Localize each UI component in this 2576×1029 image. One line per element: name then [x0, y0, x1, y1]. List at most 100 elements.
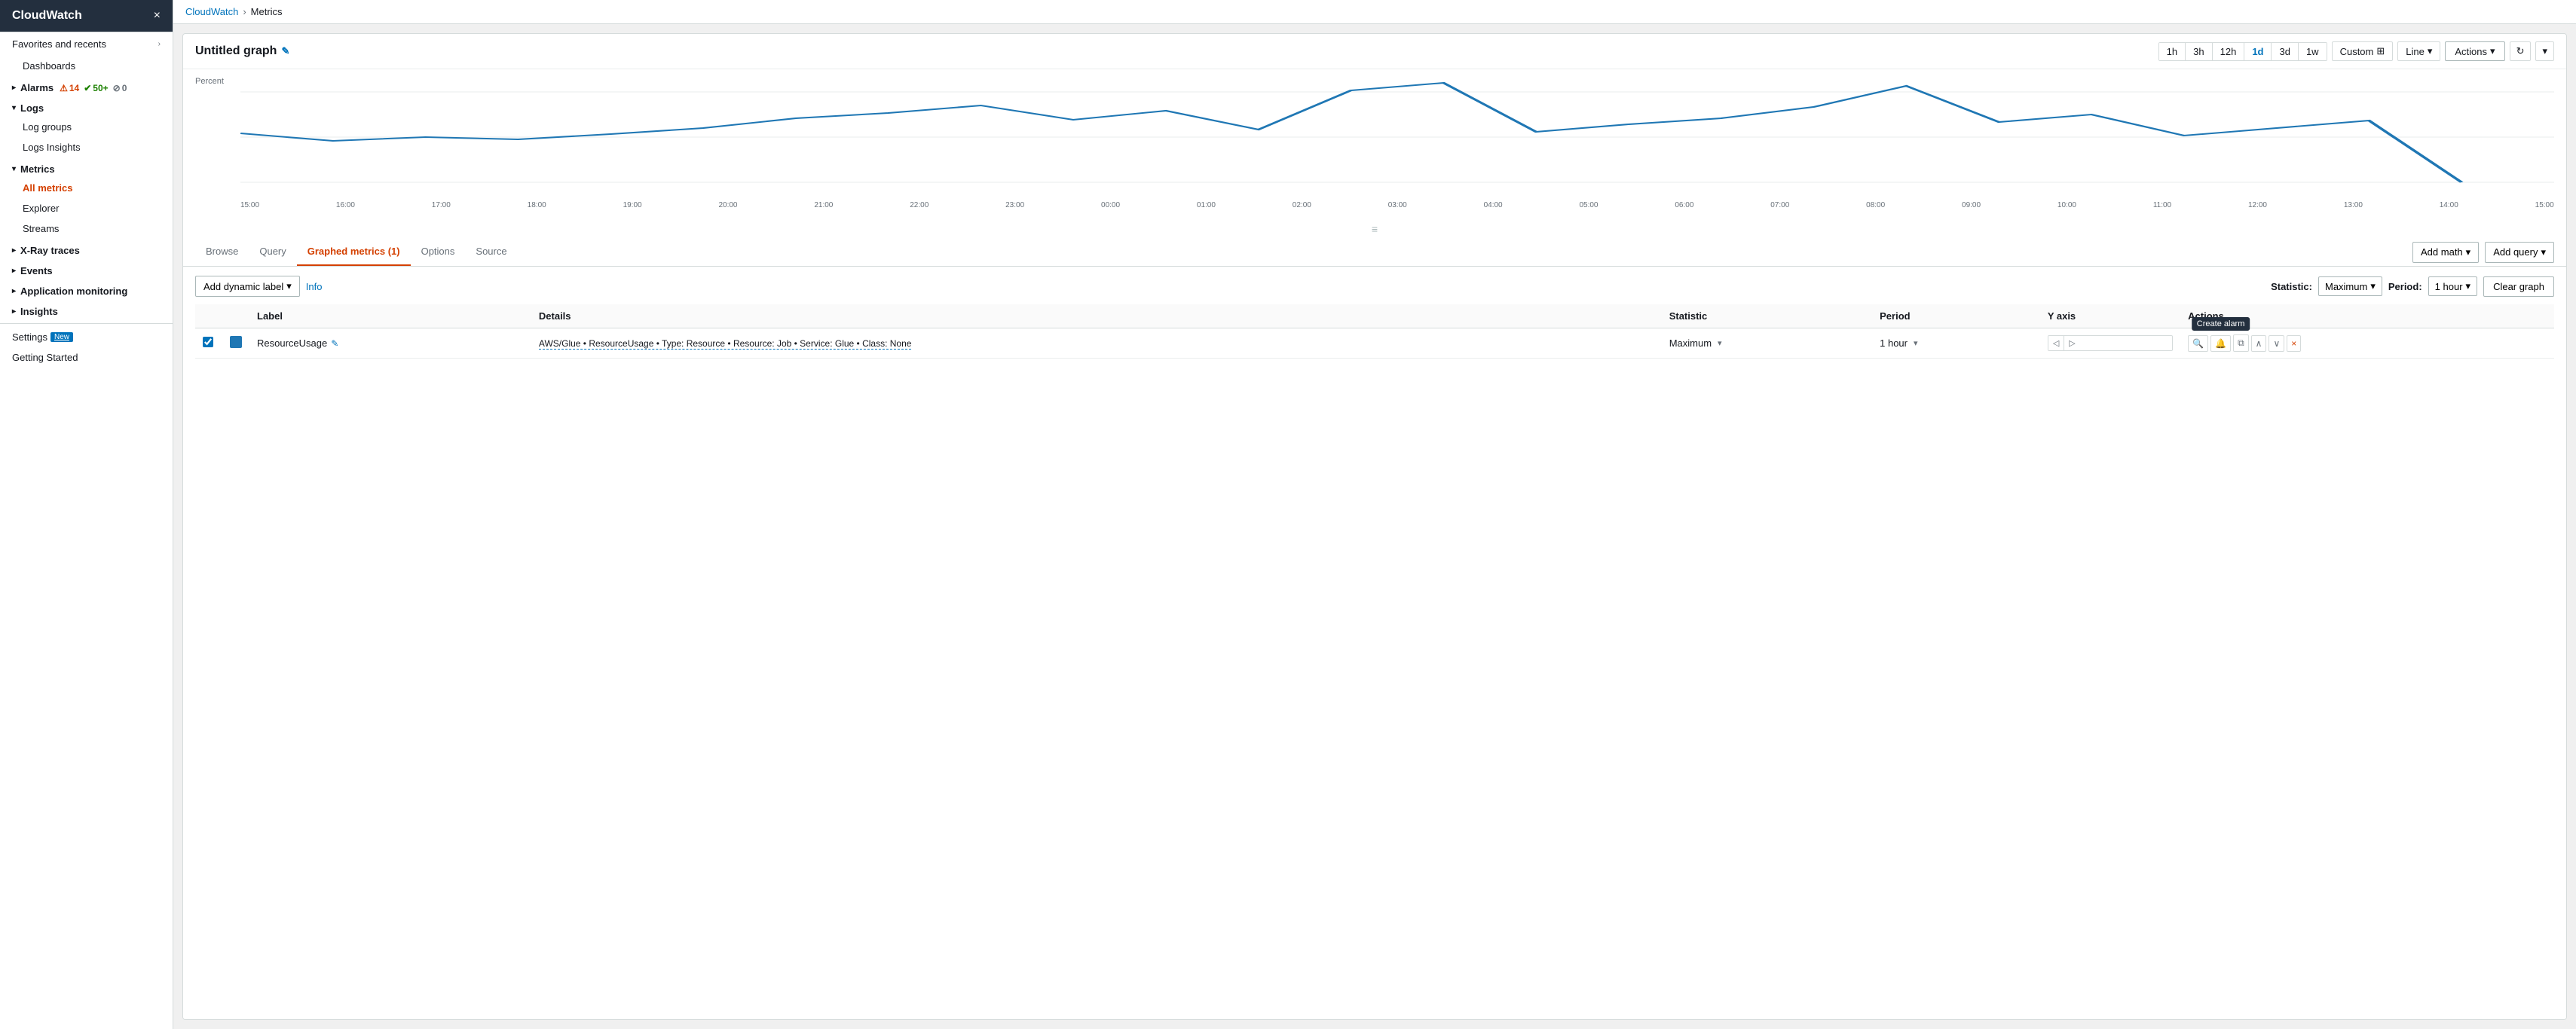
row-statistic-cell: Maximum ▾: [1662, 328, 1872, 359]
row-details-text[interactable]: AWS/Glue • ResourceUsage • Type: Resourc…: [539, 338, 912, 350]
chevron-down-query-icon: ▾: [2541, 246, 2546, 258]
tabs-right: Add math ▾ Add query ▾: [2412, 242, 2554, 263]
row-action-search-btn[interactable]: 🔍: [2188, 335, 2208, 352]
chevron-down-math-icon: ▾: [2466, 246, 2471, 258]
add-query-button[interactable]: Add query ▾: [2485, 242, 2554, 263]
add-dynamic-label-button[interactable]: Add dynamic label ▾: [195, 276, 300, 297]
graph-title-area: Untitled graph ✎: [195, 44, 289, 58]
chevron-right-events-icon: ▸: [12, 267, 16, 275]
table-row: ResourceUsage ✎ AWS/Glue • ResourceUsage…: [195, 328, 2554, 359]
row-action-down-btn[interactable]: ∨: [2269, 335, 2284, 352]
row-period-select: 1 hour ▾: [1880, 336, 2033, 350]
row-action-up-btn[interactable]: ∧: [2251, 335, 2267, 352]
refresh-button[interactable]: ↻: [2510, 41, 2532, 61]
row-color-cell: [222, 328, 249, 359]
time-btn-3h[interactable]: 3h: [2186, 43, 2212, 60]
time-range-group: 1h 3h 12h 1d 3d 1w: [2158, 42, 2327, 61]
time-btn-1d[interactable]: 1d: [2244, 43, 2272, 60]
time-btn-3d[interactable]: 3d: [2272, 43, 2298, 60]
tab-query[interactable]: Query: [249, 238, 296, 266]
sidebar-item-logs-insights[interactable]: Logs Insights: [0, 137, 173, 157]
graph-container: Untitled graph ✎ 1h 3h 12h 1d 3d 1w Cust…: [182, 33, 2567, 1020]
sidebar-group-xray[interactable]: ▸ X-Ray traces: [0, 239, 173, 259]
chart-type-dropdown[interactable]: Line ▾: [2397, 41, 2440, 61]
sidebar-item-log-groups[interactable]: Log groups: [0, 117, 173, 137]
resize-handle[interactable]: ≡: [183, 220, 2566, 238]
chevron-right-app-icon: ▸: [12, 287, 16, 295]
add-dynamic-label-text: Add dynamic label: [203, 281, 283, 292]
sidebar-item-dashboards[interactable]: Dashboards: [0, 56, 173, 76]
tab-graphed-metrics[interactable]: Graphed metrics (1): [297, 238, 411, 266]
row-actions-group: 🔍 🔔 Create alarm ⧉ ∧ ∨ ×: [2188, 334, 2547, 352]
chevron-down-statistic-icon: ▾: [2370, 280, 2376, 292]
metrics-table: Label Details Statistic Period Y axis Ac…: [195, 304, 2554, 359]
sidebar-group-app-monitoring[interactable]: ▸ Application monitoring: [0, 279, 173, 300]
info-link[interactable]: Info: [306, 281, 323, 292]
calendar-icon: ⊞: [2376, 45, 2385, 57]
row-period-cell: 1 hour ▾: [1872, 328, 2040, 359]
row-label-edit-icon[interactable]: ✎: [331, 338, 338, 349]
time-btn-1w[interactable]: 1w: [2299, 43, 2327, 60]
row-actions-cell: 🔍 🔔 Create alarm ⧉ ∧ ∨ ×: [2180, 328, 2554, 359]
time-btn-1h[interactable]: 1h: [2159, 43, 2186, 60]
graph-controls: 1h 3h 12h 1d 3d 1w Custom ⊞ Line ▾ Actio…: [2158, 41, 2554, 61]
sidebar-divider: [0, 323, 173, 324]
col-details: Details: [531, 304, 1662, 328]
custom-time-button[interactable]: Custom ⊞: [2332, 41, 2394, 61]
add-math-button[interactable]: Add math ▾: [2412, 242, 2479, 263]
chevron-down-logs-icon: ▾: [12, 104, 16, 112]
alarm-badge-gray: ⊘ 0: [113, 83, 127, 93]
sidebar-item-getting-started[interactable]: Getting Started: [0, 347, 173, 368]
chevron-right-xray-icon: ▸: [12, 246, 16, 255]
graph-title-edit-icon[interactable]: ✎: [281, 45, 289, 57]
period-dropdown[interactable]: 1 hour ▾: [2428, 276, 2477, 296]
metrics-toolbar: Add dynamic label ▾ Info Statistic: Maxi…: [195, 276, 2554, 297]
row-yaxis-left-btn[interactable]: ◁: [2048, 336, 2064, 350]
row-action-copy-btn[interactable]: ⧉: [2233, 334, 2249, 352]
statistic-label: Statistic:: [2271, 281, 2312, 292]
breadcrumb-cloudwatch[interactable]: CloudWatch: [185, 6, 238, 17]
sidebar-item-all-metrics[interactable]: All metrics: [0, 178, 173, 198]
row-period-dropdown[interactable]: ▾: [1909, 336, 1923, 350]
time-btn-12h[interactable]: 12h: [2213, 43, 2245, 60]
chevron-down-actions-icon: ▾: [2490, 45, 2495, 57]
row-yaxis-right-btn[interactable]: ▷: [2064, 336, 2079, 350]
custom-label: Custom: [2340, 46, 2374, 57]
sidebar-item-favorites[interactable]: Favorites and recents ›: [0, 32, 173, 56]
actions-button[interactable]: Actions ▾: [2445, 41, 2504, 61]
chevron-down-chart-icon: ▾: [2428, 45, 2433, 57]
sidebar-group-alarms[interactable]: ▸ Alarms ⚠ 14 ✔ 50+ ⊘ 0: [0, 76, 173, 96]
tab-source[interactable]: Source: [465, 238, 517, 266]
sidebar-group-logs[interactable]: ▾ Logs: [0, 96, 173, 117]
row-action-alarm-wrapper: 🔔 Create alarm: [2210, 335, 2231, 352]
statistic-dropdown[interactable]: Maximum ▾: [2318, 276, 2382, 296]
metrics-toolbar-left: Add dynamic label ▾ Info: [195, 276, 322, 297]
settings-dropdown-button[interactable]: ▾: [2535, 41, 2554, 61]
sidebar-item-explorer[interactable]: Explorer: [0, 198, 173, 218]
row-color-swatch: [230, 336, 242, 348]
main-content: CloudWatch › Metrics Untitled graph ✎ 1h…: [173, 0, 2576, 1029]
row-statistic-dropdown[interactable]: ▾: [1713, 336, 1727, 350]
tab-browse[interactable]: Browse: [195, 238, 249, 266]
alarm-badge-green: ✔ 50+: [84, 83, 108, 93]
chart-area: Percent 4.90 4.39 3.88 15:00 1: [183, 69, 2566, 220]
clear-graph-button[interactable]: Clear graph: [2483, 276, 2554, 297]
sidebar-close-icon[interactable]: ×: [154, 9, 161, 23]
graph-header: Untitled graph ✎ 1h 3h 12h 1d 3d 1w Cust…: [183, 34, 2566, 69]
row-yaxis-nav: ◁ ▷: [2048, 335, 2173, 351]
sidebar-item-settings[interactable]: Settings New: [0, 327, 173, 347]
x-axis-labels: 15:00 16:00 17:00 18:00 19:00 20:00 21:0…: [240, 201, 2554, 209]
row-details-cell: AWS/Glue • ResourceUsage • Type: Resourc…: [531, 328, 1662, 359]
sidebar-group-metrics[interactable]: ▾ Metrics: [0, 157, 173, 178]
row-period-value: 1 hour: [1880, 337, 1908, 349]
row-checkbox[interactable]: [203, 337, 213, 347]
tab-options[interactable]: Options: [411, 238, 466, 266]
sidebar-group-events[interactable]: ▸ Events: [0, 259, 173, 279]
sidebar-item-streams[interactable]: Streams: [0, 218, 173, 239]
row-action-alarm-btn[interactable]: 🔔: [2210, 335, 2231, 352]
metrics-table-area: Add dynamic label ▾ Info Statistic: Maxi…: [183, 267, 2566, 1019]
chart-type-label: Line: [2406, 46, 2425, 57]
sidebar-group-insights[interactable]: ▸ Insights: [0, 300, 173, 320]
row-action-delete-btn[interactable]: ×: [2287, 335, 2301, 352]
chevron-right-icon: ›: [158, 40, 161, 48]
